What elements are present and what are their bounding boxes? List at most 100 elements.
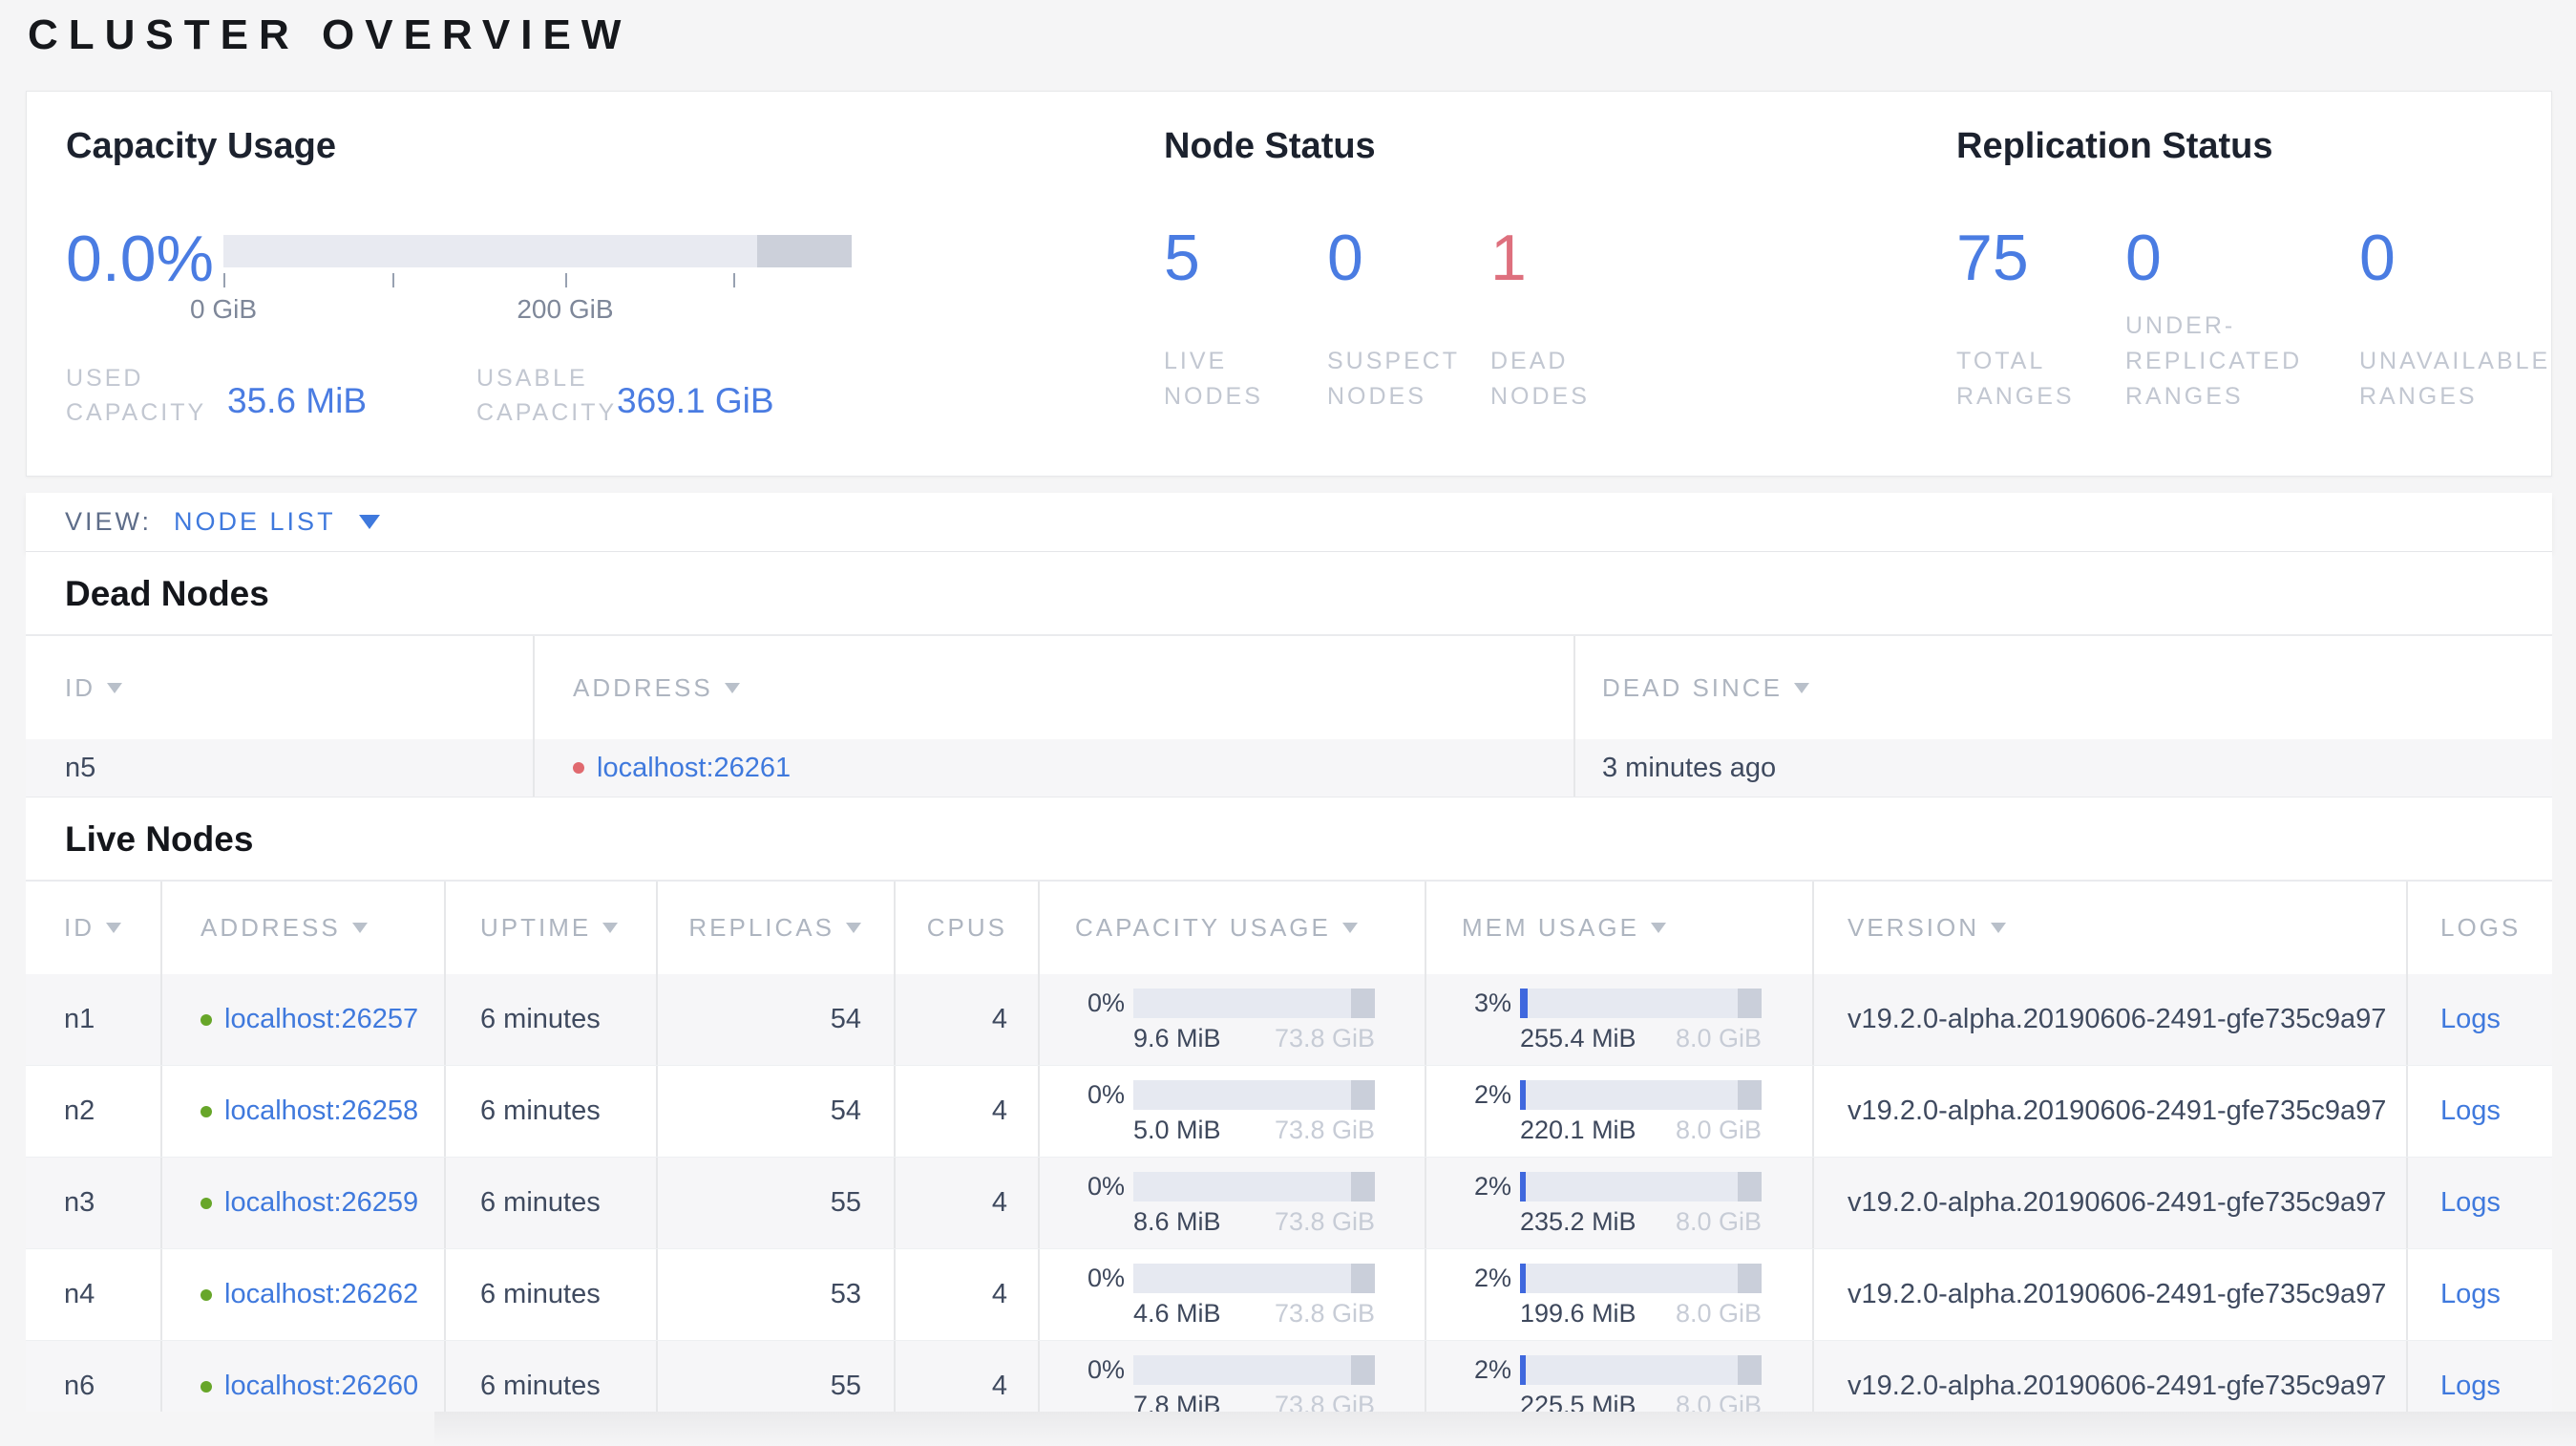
mem-mini-bar [1520, 1263, 1762, 1293]
live-col-id[interactable]: ID [26, 882, 162, 974]
live-node-capacity-usage: 0% 4.6 MiB 73.8 GiB [1040, 1249, 1426, 1340]
capacity-total-value: 73.8 GiB [1274, 1390, 1375, 1413]
live-col-mem-usage[interactable]: MEM USAGE [1426, 882, 1814, 974]
live-node-address-cell: localhost:26260 [162, 1341, 446, 1412]
sort-caret-icon [846, 923, 861, 933]
live-node-uptime: 6 minutes [446, 974, 658, 1065]
capacity-bar-reserved-segment [757, 235, 852, 267]
live-node-address-cell: localhost:26262 [162, 1249, 446, 1340]
stat-label: SUSPECT NODES [1327, 348, 1461, 410]
mem-total-value: 8.0 GiB [1675, 1298, 1762, 1328]
mem-percent: 2% [1473, 1354, 1511, 1384]
live-col-logs-label: LOGS [2440, 913, 2522, 942]
logs-link[interactable]: Logs [2440, 1004, 2501, 1035]
capacity-usage-chart: 0 GiB 200 GiB [190, 235, 852, 325]
stat-column: 0 UNDER- REPLICATED RANGES [2125, 222, 2359, 415]
live-node-address-link[interactable]: localhost:26262 [224, 1279, 418, 1310]
capacity-used-value: 8.6 MiB [1133, 1206, 1221, 1236]
mem-mini-bar [1520, 1354, 1762, 1385]
capacity-mini-bar [1133, 988, 1375, 1018]
dead-node-address-cell: localhost:26261 [535, 739, 1575, 797]
live-node-row: n4 localhost:26262 6 minutes 53 4 0% 4.6… [26, 1249, 2552, 1341]
live-col-mem-usage-label: MEM USAGE [1462, 913, 1639, 942]
live-col-cpus[interactable]: CPUS [896, 882, 1040, 974]
stat-value: 1 [1490, 222, 1527, 294]
mem-bar-fill [1520, 1171, 1527, 1201]
live-col-version-label: VERSION [1848, 913, 1980, 942]
capacity-mini-bar [1133, 1079, 1375, 1110]
dead-col-dead-since-label: DEAD SINCE [1602, 672, 1783, 702]
mem-used-value: 255.4 MiB [1520, 1023, 1636, 1053]
stat-value: 0 [1327, 222, 1363, 294]
live-col-address[interactable]: ADDRESS [162, 882, 446, 974]
live-col-address-label: ADDRESS [201, 913, 341, 942]
live-node-logs-cell: Logs [2408, 1066, 2552, 1157]
live-node-address-link[interactable]: localhost:26258 [224, 1095, 418, 1127]
usable-capacity-label: USABLE CAPACITY [476, 365, 618, 426]
dead-node-dead-since: 3 minutes ago [1602, 752, 1777, 783]
capacity-bar [223, 235, 852, 267]
live-nodes-table: ID ADDRESS UPTIME REPLICAS CPUS CAPACITY… [26, 880, 2552, 1412]
live-node-uptime: 6 minutes [446, 1158, 658, 1248]
live-node-id: n3 [26, 1158, 162, 1248]
mem-percent: 2% [1473, 1079, 1511, 1109]
logs-link[interactable]: Logs [2440, 1279, 2501, 1310]
capacity-mini-bar [1133, 1354, 1375, 1385]
live-node-address-cell: localhost:26258 [162, 1066, 446, 1157]
view-mode-dropdown[interactable]: NODE LIST [174, 507, 380, 537]
dead-node-address-link[interactable]: localhost:26261 [597, 753, 791, 784]
live-node-address-link[interactable]: localhost:26257 [224, 1004, 418, 1035]
live-col-capacity-usage[interactable]: CAPACITY USAGE [1040, 882, 1426, 974]
live-col-version[interactable]: VERSION [1814, 882, 2408, 974]
live-node-mem-usage: 3% 255.4 MiB 8.0 GiB [1426, 974, 1814, 1065]
sort-caret-icon [1650, 923, 1666, 933]
replication-status-title: Replication Status [1956, 126, 2273, 166]
stat-column: 75 TOTAL RANGES [1956, 222, 2125, 415]
dead-col-id-label: ID [65, 672, 95, 702]
mem-bar-reserved [1737, 1079, 1762, 1110]
live-col-uptime[interactable]: UPTIME [446, 882, 658, 974]
dead-node-id: n5 [26, 739, 535, 797]
live-node-address-link[interactable]: localhost:26260 [224, 1371, 418, 1402]
live-node-cpus: 4 [896, 1249, 1040, 1340]
dead-col-address[interactable]: ADDRESS [535, 636, 1575, 739]
live-node-address-link[interactable]: localhost:26259 [224, 1187, 418, 1219]
dead-node-row: n5 localhost:26261 3 minutes ago [26, 739, 2552, 797]
live-status-dot-icon [201, 1288, 212, 1301]
live-col-capacity-usage-label: CAPACITY USAGE [1075, 913, 1331, 942]
logs-link[interactable]: Logs [2440, 1095, 2501, 1127]
sort-caret-icon [107, 682, 122, 693]
live-node-version: v19.2.0-alpha.20190606-2491-gfe735c9a97 [1814, 1341, 2408, 1412]
stat-column: 0 UNAVAILABLE RANGES [2359, 222, 2550, 415]
live-col-id-label: ID [64, 913, 95, 942]
mem-bar-fill [1520, 1263, 1527, 1293]
mem-total-value: 8.0 GiB [1675, 1023, 1762, 1053]
live-col-replicas[interactable]: REPLICAS [658, 882, 896, 974]
dead-col-id[interactable]: ID [26, 636, 535, 739]
logs-link[interactable]: Logs [2440, 1371, 2501, 1402]
mem-bar-fill [1520, 988, 1528, 1018]
capacity-percent: 0% [1087, 1354, 1125, 1384]
live-nodes-title: Live Nodes [65, 819, 254, 859]
live-col-uptime-label: UPTIME [480, 913, 592, 942]
logs-link[interactable]: Logs [2440, 1187, 2501, 1219]
stat-value: 75 [1956, 222, 2029, 294]
live-node-replicas: 53 [658, 1249, 896, 1340]
sort-caret-icon [724, 682, 740, 693]
nodes-content-panel: Dead Nodes ID ADDRESS DEAD SINCE n5 loca… [26, 552, 2552, 1412]
chevron-down-icon [358, 515, 380, 529]
axis-tick [392, 273, 394, 287]
capacity-used-value: 5.0 MiB [1133, 1115, 1221, 1144]
mem-total-value: 8.0 GiB [1675, 1206, 1762, 1236]
usable-capacity-value: 369.1 GiB [617, 381, 774, 420]
dead-col-dead-since[interactable]: DEAD SINCE [1575, 636, 2552, 739]
axis-tick-label: 0 GiB [189, 294, 258, 324]
live-node-uptime: 6 minutes [446, 1066, 658, 1157]
live-node-address-cell: localhost:26259 [162, 1158, 446, 1248]
bottom-shadow [434, 1412, 2576, 1446]
capacity-mini-bar [1133, 1263, 1375, 1293]
capacity-percent: 0% [1087, 988, 1125, 1017]
used-capacity-value: 35.6 MiB [227, 381, 368, 420]
mem-mini-bar [1520, 1079, 1762, 1110]
live-status-dot-icon [201, 1013, 212, 1026]
